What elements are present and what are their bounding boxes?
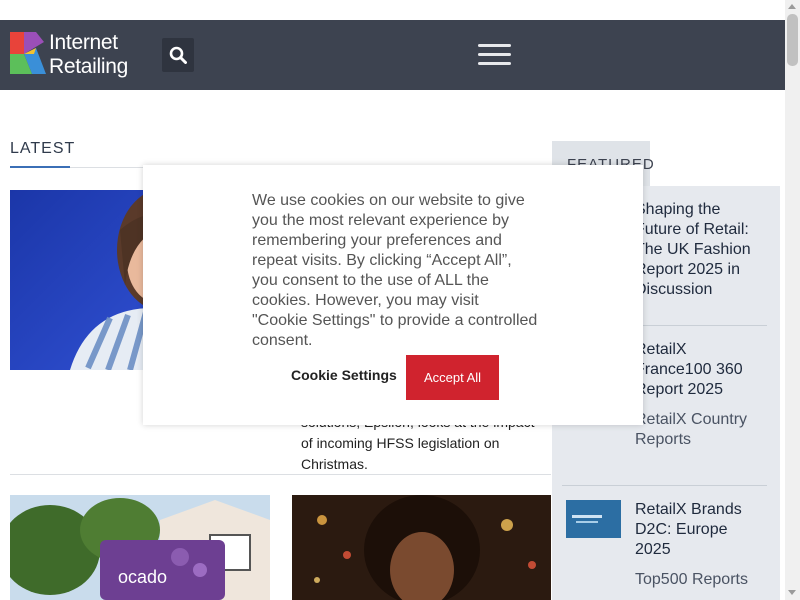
featured-item-category[interactable]: RetailX Country Reports [635, 410, 765, 450]
top-strip [0, 0, 785, 20]
article-row-divider [10, 474, 551, 475]
scrollbar-thumb[interactable] [787, 14, 798, 66]
featured-item-title[interactable]: Shaping the Future of Retail: The UK Fas… [635, 200, 765, 300]
cookie-consent-banner: We use cookies on our website to give yo… [143, 165, 643, 425]
scroll-up-arrow-icon[interactable] [788, 4, 796, 9]
logo-wordmark: Internet Retailing [49, 32, 128, 77]
featured-item-title[interactable]: RetailX France100 360 Report 2025 [635, 340, 765, 400]
featured-item-thumbnail[interactable] [566, 500, 621, 538]
logo-line-1: Internet [49, 31, 118, 54]
cookie-settings-button[interactable]: Cookie Settings [291, 367, 397, 383]
accept-all-button[interactable]: Accept All [406, 355, 499, 400]
latest-section-title: LATEST [10, 140, 76, 157]
cookie-message: We use cookies on our website to give yo… [252, 192, 538, 349]
scroll-down-arrow-icon[interactable] [788, 590, 796, 595]
article-image-delivery-van[interactable]: ocado [10, 495, 270, 600]
search-icon [169, 46, 187, 64]
featured-divider [562, 485, 767, 486]
svg-text:ocado: ocado [118, 567, 167, 587]
site-header: Internet Retailing [0, 20, 785, 90]
featured-item-category[interactable]: Top500 Reports [635, 570, 765, 590]
site-logo[interactable]: Internet Retailing [10, 32, 140, 78]
vertical-scrollbar[interactable] [785, 0, 800, 600]
article-image-festive[interactable] [292, 495, 551, 600]
hamburger-menu-icon[interactable] [478, 44, 512, 66]
featured-item[interactable]: RetailX Brands D2C: Europe 2025 Top500 R… [562, 500, 767, 600]
latest-underline [10, 166, 70, 168]
featured-item-title[interactable]: RetailX Brands D2C: Europe 2025 [635, 500, 765, 560]
logo-line-2: Retailing [49, 55, 129, 78]
logo-mark-icon [10, 32, 46, 74]
search-button[interactable] [162, 38, 194, 72]
